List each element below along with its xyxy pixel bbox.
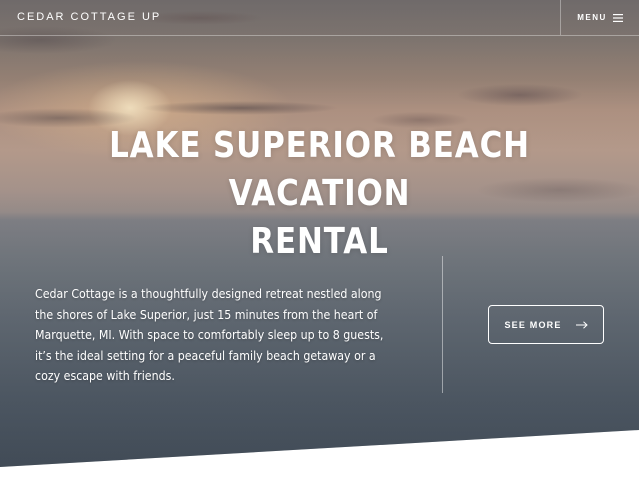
arrow-right-icon xyxy=(575,320,588,329)
top-navigation-bar: CEDAR COTTAGE UP MENU xyxy=(0,0,639,36)
page-title-line-2: RENTAL xyxy=(250,221,389,262)
menu-label: MENU xyxy=(577,13,607,22)
see-more-button[interactable]: SEE MORE xyxy=(488,305,604,344)
vertical-divider xyxy=(442,256,443,393)
site-logo-text[interactable]: CEDAR COTTAGE UP xyxy=(17,11,161,23)
page-title: LAKE SUPERIOR BEACH VACATION RENTAL xyxy=(45,122,595,266)
menu-button[interactable]: MENU xyxy=(560,0,639,35)
hamburger-icon xyxy=(612,13,623,22)
see-more-label: SEE MORE xyxy=(504,319,562,330)
hero-description: Cedar Cottage is a thoughtfully designed… xyxy=(35,287,384,383)
page-title-line-1: LAKE SUPERIOR BEACH VACATION xyxy=(109,125,530,214)
